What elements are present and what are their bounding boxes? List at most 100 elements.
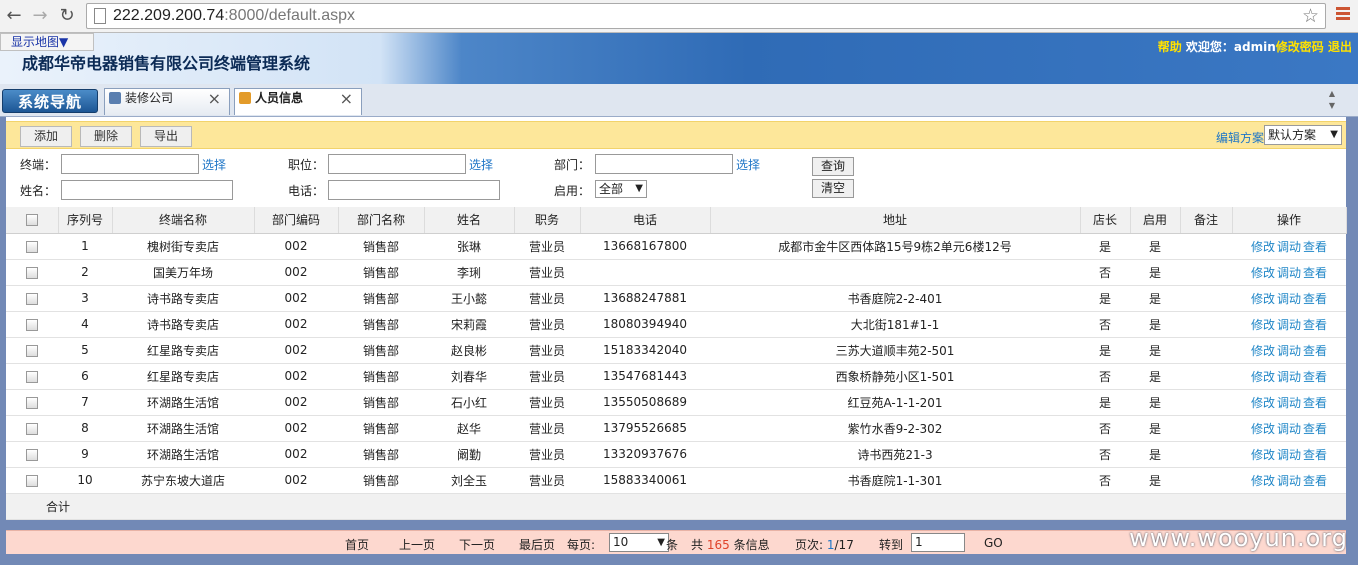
system-nav-button[interactable]: 系统导航 <box>2 89 98 113</box>
transfer-link[interactable]: 调动 <box>1277 318 1301 332</box>
row-checkbox[interactable] <box>6 285 58 312</box>
table-row[interactable]: 7 环湖路生活馆 002 销售部 石小红 营业员 13550508689 红豆苑A-1-1-2… <box>6 389 1346 416</box>
view-link[interactable]: 查看 <box>1303 396 1327 410</box>
column-header[interactable]: 地址 <box>710 207 1081 234</box>
column-header[interactable]: 部门编码 <box>254 207 339 234</box>
table-row[interactable]: 6 红星路专卖店 002 销售部 刘春华 营业员 13547681443 西象桥静苑小区1-5… <box>6 363 1346 390</box>
view-link[interactable]: 查看 <box>1303 474 1327 488</box>
forward-icon[interactable]: → <box>29 5 51 27</box>
transfer-link[interactable]: 调动 <box>1277 292 1301 306</box>
row-checkbox[interactable] <box>6 467 58 494</box>
table-row[interactable]: 5 红星路专卖店 002 销售部 赵良彬 营业员 15183342040 三苏大道顺丰苑2-5… <box>6 337 1346 364</box>
view-link[interactable]: 查看 <box>1303 448 1327 462</box>
position-input[interactable] <box>328 154 466 174</box>
table-row[interactable]: 8 环湖路生活馆 002 销售部 赵华 营业员 13795526685 紫竹水香9-2-302… <box>6 415 1346 442</box>
transfer-link[interactable]: 调动 <box>1277 396 1301 410</box>
position-pick-link[interactable]: 选择 <box>469 156 493 173</box>
edit-scheme-link[interactable]: 编辑方案 <box>1216 129 1264 146</box>
browser-menu-icon[interactable] <box>1336 7 1350 22</box>
column-header[interactable]: 姓名 <box>424 207 515 234</box>
column-header[interactable]: 备注 <box>1180 207 1233 234</box>
reload-icon[interactable]: ↻ <box>56 5 78 27</box>
export-button[interactable]: 导出 <box>140 126 192 147</box>
view-link[interactable]: 查看 <box>1303 266 1327 280</box>
enabled-select[interactable]: 全部 ▼ <box>595 180 647 198</box>
view-link[interactable]: 查看 <box>1303 370 1327 384</box>
row-checkbox[interactable] <box>6 389 58 416</box>
edit-link[interactable]: 修改 <box>1251 396 1275 410</box>
first-page-link[interactable]: 首页 <box>345 536 369 553</box>
clear-button[interactable]: 清空 <box>812 179 854 198</box>
view-link[interactable]: 查看 <box>1303 318 1327 332</box>
row-checkbox[interactable] <box>6 233 58 260</box>
scheme-select[interactable]: 默认方案 ▼ <box>1264 125 1342 145</box>
show-map-toggle[interactable]: 显示地图▼ <box>0 33 94 51</box>
department-pick-link[interactable]: 选择 <box>736 156 760 173</box>
transfer-link[interactable]: 调动 <box>1277 422 1301 436</box>
name-input[interactable] <box>61 180 233 200</box>
tab-decoration-company[interactable]: 装修公司 × <box>104 88 230 115</box>
view-link[interactable]: 查看 <box>1303 422 1327 436</box>
column-header[interactable]: 启用 <box>1130 207 1181 234</box>
table-row[interactable]: 2 国美万年场 002 销售部 李琍 营业员 否是 修改 调动 查看 <box>6 259 1346 286</box>
row-checkbox[interactable] <box>6 259 58 286</box>
transfer-link[interactable]: 调动 <box>1277 344 1301 358</box>
edit-link[interactable]: 修改 <box>1251 318 1275 332</box>
add-button[interactable]: 添加 <box>20 126 72 147</box>
transfer-link[interactable]: 调动 <box>1277 474 1301 488</box>
last-page-link[interactable]: 最后页 <box>519 536 555 553</box>
terminal-pick-link[interactable]: 选择 <box>202 156 226 173</box>
table-row[interactable]: 10 苏宁东坡大道店 002 销售部 刘全玉 营业员 15883340061 书香庭院1-1-… <box>6 467 1346 494</box>
column-header[interactable]: 职务 <box>514 207 581 234</box>
table-row[interactable]: 4 诗书路专卖店 002 销售部 宋莉霞 营业员 18080394940 大北街181#1-1… <box>6 311 1346 338</box>
go-button[interactable]: GO <box>984 536 1003 550</box>
address-bar[interactable]: 222.209.200.74:8000/default.aspx ☆ <box>86 3 1326 29</box>
edit-link[interactable]: 修改 <box>1251 474 1275 488</box>
row-checkbox[interactable] <box>6 415 58 442</box>
transfer-link[interactable]: 调动 <box>1277 448 1301 462</box>
change-password-link[interactable]: 修改密码 <box>1276 40 1324 54</box>
next-page-link[interactable]: 下一页 <box>459 536 495 553</box>
row-checkbox[interactable] <box>6 363 58 390</box>
edit-link[interactable]: 修改 <box>1251 370 1275 384</box>
tab-personnel-info[interactable]: 人员信息 × <box>234 88 362 115</box>
table-row[interactable]: 1 槐树街专卖店 002 销售部 张琳 营业员 13668167800 成都市金牛区西体路15… <box>6 233 1346 260</box>
view-link[interactable]: 查看 <box>1303 292 1327 306</box>
transfer-link[interactable]: 调动 <box>1277 240 1301 254</box>
help-link[interactable]: 帮助 <box>1158 40 1182 54</box>
query-button[interactable]: 查询 <box>812 157 854 176</box>
column-header[interactable]: 终端名称 <box>112 207 255 234</box>
view-link[interactable]: 查看 <box>1303 240 1327 254</box>
column-header[interactable]: 部门名称 <box>338 207 425 234</box>
transfer-link[interactable]: 调动 <box>1277 266 1301 280</box>
bookmark-star-icon[interactable]: ☆ <box>1302 5 1319 27</box>
edit-link[interactable]: 修改 <box>1251 266 1275 280</box>
goto-page-input[interactable]: 1 <box>911 533 965 552</box>
tab-scroll-arrows[interactable]: ▲ ▼ <box>1324 88 1340 114</box>
table-row[interactable]: 9 环湖路生活馆 002 销售部 阚勤 营业员 13320937676 诗书西苑21-3 否是 修… <box>6 441 1346 468</box>
back-icon[interactable]: ← <box>3 5 25 27</box>
logout-link[interactable]: 退出 <box>1328 40 1352 54</box>
view-link[interactable]: 查看 <box>1303 344 1327 358</box>
close-icon[interactable]: × <box>340 90 353 108</box>
column-header[interactable]: 序列号 <box>58 207 113 234</box>
edit-link[interactable]: 修改 <box>1251 422 1275 436</box>
prev-page-link[interactable]: 上一页 <box>399 536 435 553</box>
edit-link[interactable]: 修改 <box>1251 240 1275 254</box>
select-all-checkbox[interactable] <box>6 207 59 234</box>
department-input[interactable] <box>595 154 733 174</box>
column-header[interactable]: 店长 <box>1080 207 1131 234</box>
delete-button[interactable]: 删除 <box>80 126 132 147</box>
row-checkbox[interactable] <box>6 441 58 468</box>
table-row[interactable]: 3 诗书路专卖店 002 销售部 王小懿 营业员 13688247881 书香庭院2-2-40… <box>6 285 1346 312</box>
transfer-link[interactable]: 调动 <box>1277 370 1301 384</box>
edit-link[interactable]: 修改 <box>1251 344 1275 358</box>
edit-link[interactable]: 修改 <box>1251 292 1275 306</box>
edit-link[interactable]: 修改 <box>1251 448 1275 462</box>
phone-input[interactable] <box>328 180 500 200</box>
per-page-select[interactable]: 10 ▼ <box>609 533 669 552</box>
row-checkbox[interactable] <box>6 337 58 364</box>
terminal-input[interactable] <box>61 154 199 174</box>
row-checkbox[interactable] <box>6 311 58 338</box>
close-icon[interactable]: × <box>208 90 221 108</box>
